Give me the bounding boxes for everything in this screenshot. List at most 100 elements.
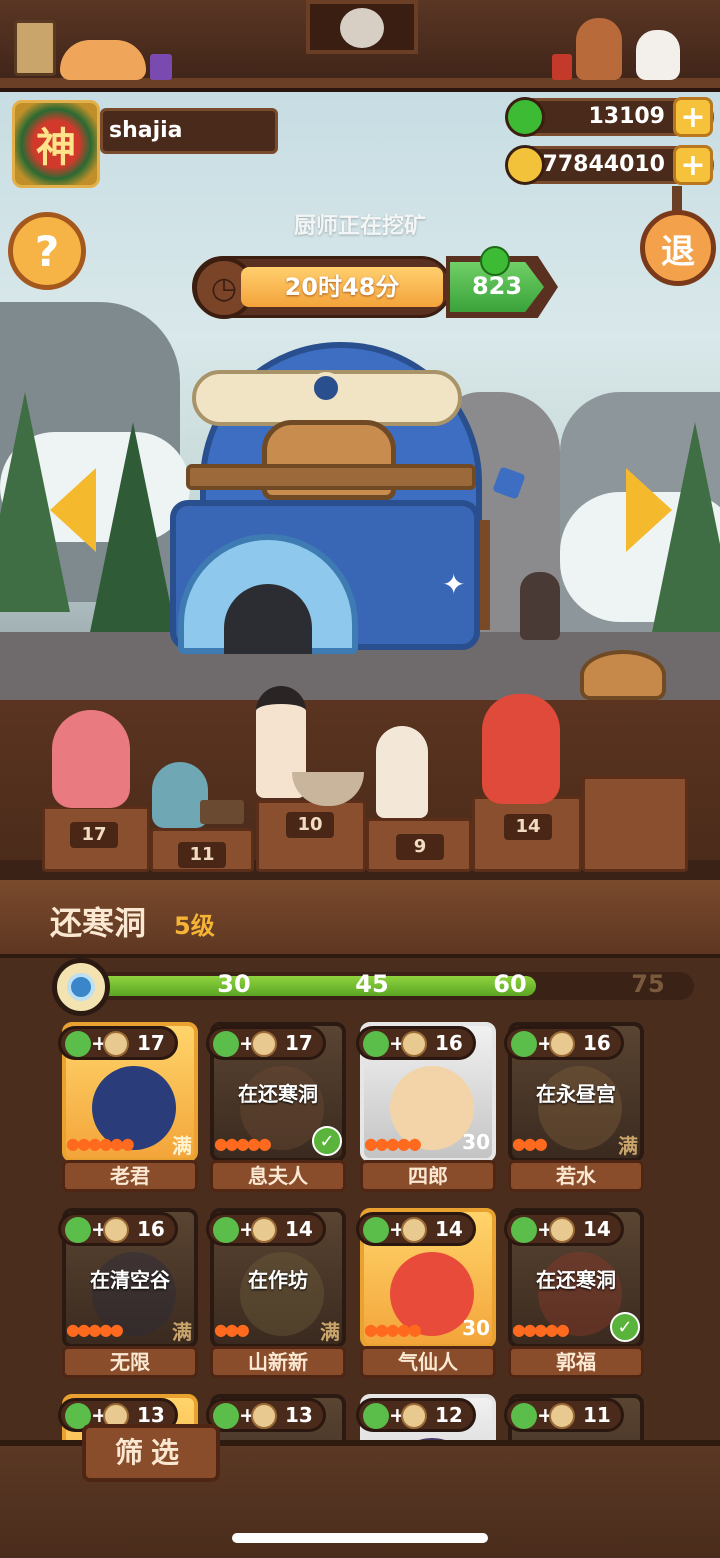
chef-name: 息夫人 bbox=[210, 1160, 346, 1192]
chef-name: 老君 bbox=[62, 1160, 198, 1192]
player-name: shajia bbox=[100, 108, 278, 154]
question-icon: ? bbox=[34, 226, 60, 276]
chef-red-fox[interactable] bbox=[482, 694, 560, 804]
bun-icon bbox=[549, 1031, 575, 1057]
chef-card[interactable]: +14 ●●●●● 30 气仙人 bbox=[356, 1208, 496, 1378]
flame-rating-icon: ●●●●● bbox=[214, 1134, 272, 1153]
coin-resource-bar: 77844010 + bbox=[505, 145, 714, 185]
bun-icon bbox=[401, 1403, 427, 1429]
chef-level-badge: 30 bbox=[462, 1316, 490, 1340]
signpost-icon bbox=[480, 520, 490, 630]
green-cabbage-icon bbox=[363, 1403, 389, 1429]
bonus-pill: +16 bbox=[58, 1212, 178, 1246]
flame-rating-icon: ●●●●● bbox=[364, 1320, 422, 1339]
plus-icon: + bbox=[680, 99, 706, 135]
piano-icon bbox=[200, 800, 244, 824]
max-level-badge: 满 bbox=[172, 1320, 192, 1344]
speedup-cost[interactable]: 823 bbox=[452, 272, 542, 300]
chef-card[interactable]: +16 ●●●●● 30 四郎 bbox=[356, 1022, 496, 1192]
bonus-pill: +16 bbox=[504, 1026, 624, 1060]
bonus-pill: +17 bbox=[206, 1026, 326, 1060]
chef-location-status: 在还寒洞 bbox=[536, 1268, 616, 1292]
apple-count: 13109 bbox=[588, 104, 665, 129]
player-avatar[interactable]: 神 bbox=[12, 100, 100, 188]
bun-icon bbox=[251, 1031, 277, 1057]
progress-mark: 30 bbox=[217, 970, 251, 998]
building-level: 5级 bbox=[174, 912, 215, 940]
owl-chef-icon bbox=[340, 8, 384, 48]
building-name: 还寒洞 bbox=[50, 904, 147, 942]
max-level-badge: 满 bbox=[172, 1134, 192, 1158]
chef-name: 无限 bbox=[62, 1346, 198, 1378]
bun-icon bbox=[549, 1217, 575, 1243]
pedestal-number: 17 bbox=[70, 822, 118, 848]
chef-location-status: 在清空谷 bbox=[90, 1268, 170, 1292]
bun-icon bbox=[401, 1031, 427, 1057]
bun-icon bbox=[251, 1217, 277, 1243]
plus-icon: + bbox=[680, 147, 706, 183]
bonus-pill: +14 bbox=[356, 1212, 476, 1246]
chef-card[interactable]: +14 在还寒洞 ●●●●● ✓ 郭福 bbox=[504, 1208, 644, 1378]
chef-pink-bear[interactable] bbox=[52, 710, 130, 808]
chef-name: 郭福 bbox=[508, 1346, 644, 1378]
chef-location-status: 在还寒洞 bbox=[238, 1082, 318, 1106]
miner-chef-icon bbox=[520, 572, 560, 640]
flame-rating-icon: ●●●●● bbox=[66, 1320, 124, 1339]
pedestal-number: 11 bbox=[178, 842, 226, 868]
apple-resource-bar: 13109 + bbox=[505, 97, 714, 137]
bonus-pill: +14 bbox=[206, 1212, 326, 1246]
exit-button[interactable]: 退 bbox=[640, 210, 716, 286]
bun-icon bbox=[103, 1031, 129, 1057]
bonus-value: 11 bbox=[583, 1403, 611, 1427]
timer-box: ◷ 20时48分 bbox=[192, 256, 452, 319]
pedestal-number: 14 bbox=[504, 814, 552, 840]
scroll-icon bbox=[14, 20, 56, 76]
progress-mark: 45 bbox=[355, 970, 389, 998]
chef-card[interactable]: +16 在永昼宫 ●●● 满若水 bbox=[504, 1022, 644, 1192]
green-cabbage-icon bbox=[363, 1217, 389, 1243]
home-indicator[interactable] bbox=[232, 1533, 488, 1543]
next-building-arrow[interactable] bbox=[626, 468, 672, 552]
girl-chef-icon bbox=[576, 18, 622, 80]
chef-card[interactable]: +14 在作坊 ●●● 满山新新 bbox=[206, 1208, 346, 1378]
bonus-pill: +11 bbox=[504, 1398, 624, 1432]
check-icon: ✓ bbox=[312, 1126, 342, 1156]
mushroom-lamp-icon bbox=[580, 650, 666, 700]
bonus-value: 14 bbox=[285, 1217, 313, 1241]
bonus-value: 13 bbox=[285, 1403, 313, 1427]
check-icon: ✓ bbox=[610, 1312, 640, 1342]
chef-card[interactable]: +16 在清空谷 ●●●●● 满无限 bbox=[58, 1208, 198, 1378]
flame-rating-icon: ●●●●●● bbox=[66, 1134, 135, 1153]
chef-card[interactable]: +17 ●●●●●● 满老君 bbox=[58, 1022, 198, 1192]
bonus-value: 17 bbox=[137, 1031, 165, 1055]
chef-name: 气仙人 bbox=[360, 1346, 496, 1378]
bun-icon bbox=[549, 1403, 575, 1429]
filter-button[interactable]: 筛选 bbox=[82, 1424, 220, 1482]
bonus-pill: +13 bbox=[206, 1398, 326, 1432]
green-cabbage-icon bbox=[65, 1217, 91, 1243]
flame-rating-icon: ●●●●● bbox=[364, 1134, 422, 1153]
bonus-value: 14 bbox=[583, 1217, 611, 1241]
chef-old-man[interactable] bbox=[376, 726, 428, 818]
green-cabbage-icon bbox=[511, 1217, 537, 1243]
chef-card[interactable]: +17 在还寒洞 ●●●●● ✓ 息夫人 bbox=[206, 1022, 346, 1192]
mining-status-text: 厨师正在挖矿 bbox=[293, 214, 426, 239]
add-apples-button[interactable]: + bbox=[673, 97, 713, 137]
bonus-pill: +14 bbox=[504, 1212, 624, 1246]
chef-level-badge: 30 bbox=[462, 1130, 490, 1154]
bun-icon bbox=[401, 1217, 427, 1243]
bonus-pill: +17 bbox=[58, 1026, 178, 1060]
flame-rating-icon: ●●●●● bbox=[512, 1320, 570, 1339]
bonus-value: 17 bbox=[285, 1031, 313, 1055]
flame-rating-icon: ●●● bbox=[214, 1320, 250, 1339]
green-cabbage-icon bbox=[213, 1031, 239, 1057]
help-button[interactable]: ? bbox=[8, 212, 86, 290]
add-coins-button[interactable]: + bbox=[673, 145, 713, 185]
progress-mark: 75 bbox=[631, 970, 665, 998]
prev-building-arrow[interactable] bbox=[50, 468, 96, 552]
bun-icon bbox=[251, 1403, 277, 1429]
green-cabbage-icon bbox=[511, 1403, 537, 1429]
chef-name: 四郎 bbox=[360, 1160, 496, 1192]
copper-coin-icon bbox=[505, 145, 545, 185]
max-level-badge: 满 bbox=[618, 1134, 638, 1158]
